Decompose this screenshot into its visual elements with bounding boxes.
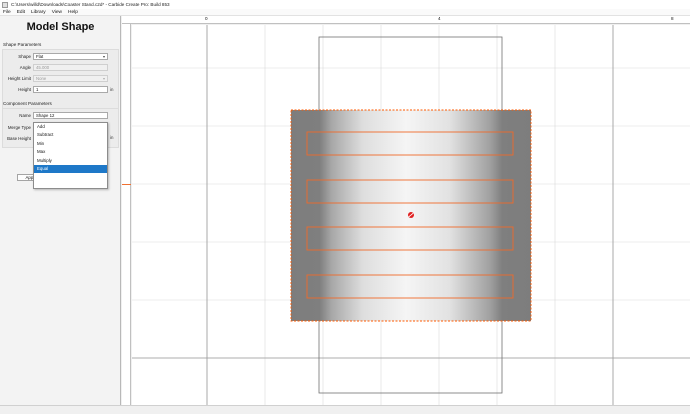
chevron-down-icon bbox=[103, 78, 105, 80]
merge-option-add[interactable]: Add bbox=[34, 123, 107, 131]
design-canvas[interactable] bbox=[132, 25, 690, 405]
ruler-top: 0 4 8 bbox=[122, 16, 690, 24]
base-height-label: Base Height bbox=[7, 136, 31, 141]
status-bar bbox=[0, 405, 690, 414]
angle-input[interactable]: 45.000 bbox=[33, 64, 108, 71]
menu-bar: File Edit Library View Help bbox=[0, 9, 690, 16]
title-bar: C:\Users\willd\Downloads\Coaster Stand.c… bbox=[0, 0, 690, 9]
menu-help[interactable]: Help bbox=[68, 10, 78, 15]
height-label: Height bbox=[18, 87, 31, 92]
shape-dropdown[interactable]: Flat bbox=[33, 53, 108, 60]
base-height-unit: in bbox=[110, 135, 114, 140]
merge-option-multiply[interactable]: Multiply bbox=[34, 157, 107, 165]
chevron-down-icon bbox=[103, 56, 105, 58]
panel-title: Model Shape bbox=[26, 21, 95, 33]
canvas-svg bbox=[132, 25, 690, 405]
merge-option-subtract[interactable]: Subtract bbox=[34, 131, 107, 139]
center-handle-icon[interactable] bbox=[408, 212, 414, 218]
height-input[interactable]: 1 bbox=[33, 86, 108, 93]
height-limit-value: None bbox=[36, 76, 47, 81]
menu-edit[interactable]: Edit bbox=[17, 10, 25, 15]
merge-type-dropdown-list: Add Subtract Min Max Multiply Equal bbox=[33, 122, 108, 189]
menu-view[interactable]: View bbox=[52, 10, 62, 15]
angle-label: Angle bbox=[19, 65, 31, 70]
ruler-label-0: 0 bbox=[205, 16, 208, 21]
merge-option-min[interactable]: Min bbox=[34, 140, 107, 148]
height-limit-dropdown[interactable]: None bbox=[33, 75, 108, 82]
window-title: C:\Users\willd\Downloads\Coaster Stand.c… bbox=[11, 2, 170, 7]
shape-parameters-label: Shape Parameters bbox=[3, 42, 42, 47]
ruler-label-4: 4 bbox=[438, 16, 441, 21]
merge-option-equal[interactable]: Equal bbox=[34, 164, 107, 174]
height-unit: in bbox=[110, 87, 114, 92]
ruler-left bbox=[122, 24, 131, 405]
menu-file[interactable]: File bbox=[3, 10, 11, 15]
ruler-cursor-marker bbox=[122, 184, 131, 185]
model-shape-panel: Model Shape Shape Parameters Shape Flat … bbox=[0, 16, 121, 405]
component-parameters-label: Component Parameters bbox=[3, 101, 52, 106]
name-label: Name bbox=[19, 113, 31, 118]
merge-option-max[interactable]: Max bbox=[34, 148, 107, 156]
menu-library[interactable]: Library bbox=[31, 10, 46, 15]
ruler-label-8: 8 bbox=[671, 16, 674, 21]
merge-type-label: Merge Type bbox=[7, 125, 31, 130]
name-input[interactable]: Shape 12 bbox=[33, 112, 108, 119]
height-limit-label: Height Limit bbox=[7, 76, 31, 81]
app-icon bbox=[2, 1, 8, 8]
shape-value: Flat bbox=[36, 54, 44, 59]
shape-label: Shape bbox=[18, 54, 31, 59]
